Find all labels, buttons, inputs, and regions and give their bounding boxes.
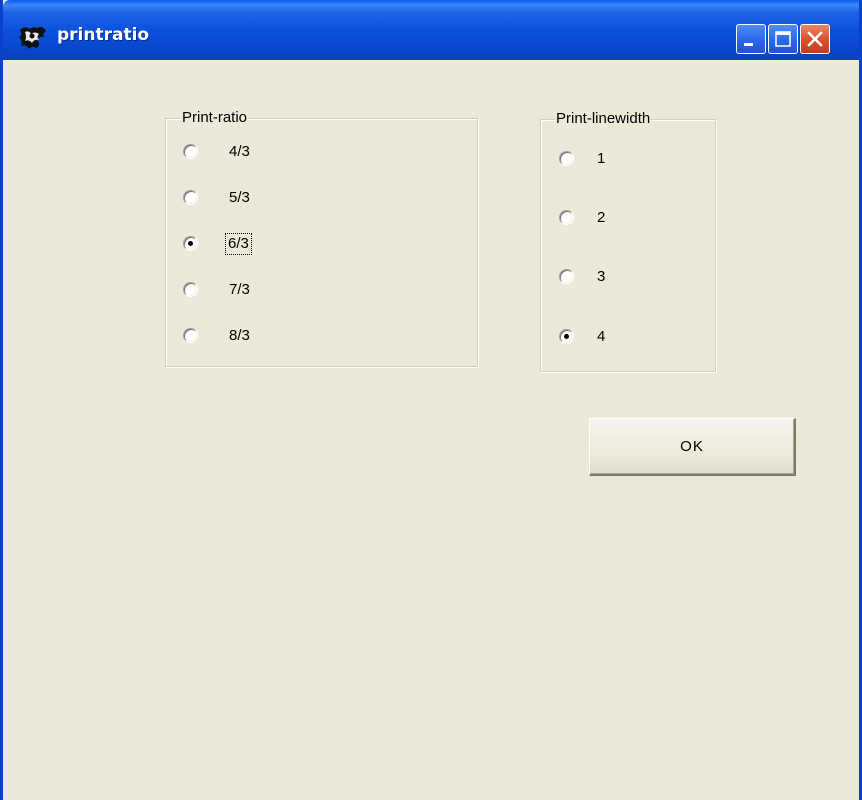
radio-ratio-5-3[interactable]: 5/3 [183, 187, 273, 209]
print-ratio-group: Print-ratio 4/3 5/3 6/3 7/3 8/3 [165, 109, 478, 367]
radio-label: 2 [597, 209, 606, 226]
radio-button-icon [183, 190, 198, 205]
radio-button-icon [559, 210, 574, 225]
app-icon [19, 27, 46, 49]
ok-button-label: OK [680, 437, 704, 455]
radio-ratio-4-3[interactable]: 4/3 [183, 141, 273, 163]
radio-label: 7/3 [229, 281, 250, 298]
radio-button-icon [559, 151, 574, 166]
print-linewidth-group: Print-linewidth 1 2 3 4 [540, 110, 716, 372]
radio-label: 1 [597, 150, 606, 167]
radio-linewidth-3[interactable]: 3 [559, 266, 629, 288]
radio-button-icon [183, 144, 198, 159]
radio-button-icon [183, 282, 198, 297]
maximize-icon [775, 31, 791, 47]
radio-label: 4 [597, 328, 606, 345]
radio-ratio-7-3[interactable]: 7/3 [183, 279, 273, 301]
minimize-icon [744, 43, 753, 46]
radio-button-icon [183, 236, 198, 251]
radio-label: 4/3 [229, 143, 250, 160]
radio-ratio-8-3[interactable]: 8/3 [183, 325, 273, 347]
print-ratio-legend: Print-ratio [181, 109, 249, 127]
radio-button-icon [559, 329, 574, 344]
ok-button[interactable]: OK [589, 418, 796, 476]
radio-linewidth-4[interactable]: 4 [559, 326, 629, 348]
radio-linewidth-1[interactable]: 1 [559, 148, 629, 170]
radio-button-icon [559, 269, 574, 284]
title-bar[interactable]: printratio [3, 0, 859, 60]
close-icon [807, 31, 823, 47]
printratio-window: printratio Print-ratio 4/3 5/3 6/3 7/3 8… [0, 0, 862, 800]
radio-label: 6/3 [225, 233, 252, 255]
radio-button-icon [183, 328, 198, 343]
radio-linewidth-2[interactable]: 2 [559, 207, 629, 229]
minimize-button[interactable] [736, 24, 766, 54]
maximize-button[interactable] [768, 24, 798, 54]
close-button[interactable] [800, 24, 830, 54]
window-title: printratio [57, 25, 150, 45]
print-linewidth-legend: Print-linewidth [555, 110, 652, 128]
radio-label: 8/3 [229, 327, 250, 344]
radio-label: 5/3 [229, 189, 250, 206]
radio-ratio-6-3[interactable]: 6/3 [183, 233, 273, 255]
radio-label: 3 [597, 268, 606, 285]
